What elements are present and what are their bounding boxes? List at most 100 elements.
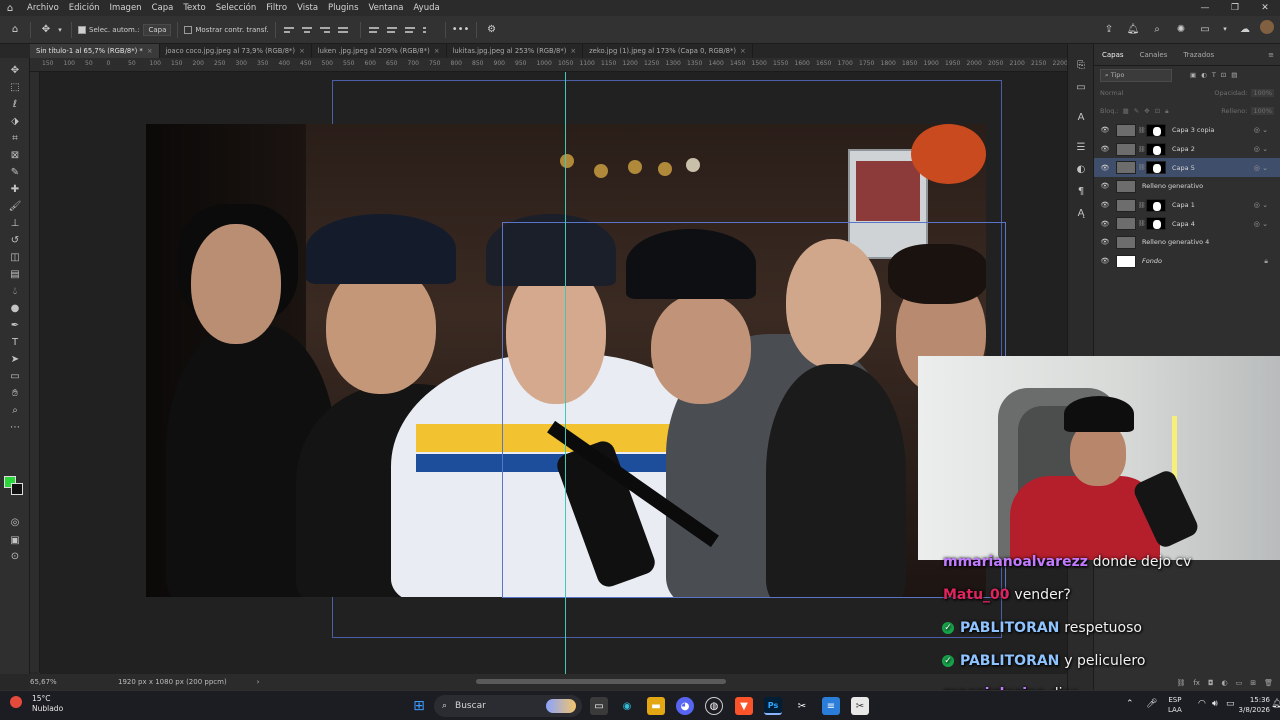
close-icon[interactable]: ×	[570, 47, 576, 55]
link-icon[interactable]: ⛓	[1138, 164, 1146, 171]
edit-toolbar-icon[interactable]: ⊙	[0, 548, 30, 565]
bell-icon[interactable]: 🔔︎	[1124, 20, 1142, 38]
home-icon[interactable]: ⌂	[2, 0, 18, 16]
home-button-icon[interactable]: ⌂	[6, 21, 24, 39]
filter-icons[interactable]: ▣◐T⊡▤	[1190, 71, 1242, 79]
smart-filter-icon[interactable]: ◎ ⌄	[1254, 126, 1268, 134]
maximize-icon[interactable]: ❐	[1220, 0, 1250, 16]
gear-icon[interactable]: ⚙	[483, 21, 501, 39]
menu-capa[interactable]: Capa	[147, 3, 179, 13]
layer-row[interactable]: 👁︎ ⛓ Capa 1 ◎ ⌄	[1094, 196, 1280, 215]
avatar[interactable]	[1260, 20, 1274, 34]
snipping-tool-icon[interactable]: ✂	[851, 697, 869, 715]
obs-icon[interactable]: ◍	[705, 697, 723, 715]
minimize-icon[interactable]: —	[1190, 0, 1220, 16]
chevron-right-icon[interactable]: ›	[257, 678, 260, 686]
chevron-down-icon[interactable]: ▾	[55, 21, 65, 39]
eraser-tool-icon[interactable]: ◫	[0, 249, 30, 266]
wifi-icon[interactable]: ◠	[1198, 699, 1206, 709]
eye-icon[interactable]: 👁︎	[1094, 126, 1116, 134]
eyedropper-tool-icon[interactable]: ✎	[0, 164, 30, 181]
smart-filter-icon[interactable]: ◎ ⌄	[1254, 201, 1268, 209]
layer-row[interactable]: 👁︎ Relleno generativo 4	[1094, 233, 1280, 252]
blend-mode-dropdown[interactable]: Normal	[1100, 89, 1124, 97]
adjustments-icon[interactable]: ◐	[1068, 158, 1094, 180]
align-left-icon[interactable]	[283, 23, 298, 37]
menu-edicion[interactable]: Edición	[64, 3, 105, 13]
glyphs-icon[interactable]: Ą	[1068, 202, 1094, 224]
smart-filter-icon[interactable]: ◎ ⌄	[1254, 164, 1268, 172]
menu-ventana[interactable]: Ventana	[364, 3, 409, 13]
distribute-h-icon[interactable]	[337, 23, 352, 37]
edge-icon[interactable]: ◉	[618, 697, 636, 715]
lock-icons[interactable]: ▦✎✥⊡🔒︎	[1123, 107, 1174, 116]
history-brush-icon[interactable]: ↺	[0, 232, 30, 249]
horizontal-scrollbar[interactable]	[476, 679, 726, 684]
show-transform-checkbox[interactable]	[184, 25, 193, 34]
photoshop-icon[interactable]: Ps	[764, 697, 782, 715]
notification-icon[interactable]: 🔔︎	[1271, 699, 1280, 709]
move-tool-icon[interactable]: ✥	[37, 21, 55, 39]
chevron-up-icon[interactable]: ⌃	[1126, 699, 1134, 709]
opacity-input[interactable]: 100%	[1251, 89, 1274, 97]
layer-mask-thumbnail[interactable]	[1146, 198, 1166, 212]
align-right-icon[interactable]	[319, 23, 334, 37]
chevron-down-icon[interactable]: ▾	[1220, 20, 1230, 38]
smart-filter-icon[interactable]: ◎ ⌄	[1254, 220, 1268, 228]
weather-widget[interactable]: 15°C Nublado	[10, 694, 63, 714]
more-options-icon[interactable]: •••	[452, 21, 470, 39]
menu-ayuda[interactable]: Ayuda	[408, 3, 444, 13]
hand-tool-icon[interactable]: ✋︎	[0, 385, 30, 402]
dodge-tool-icon[interactable]: ●	[0, 300, 30, 317]
panel-menu-icon[interactable]: ≡	[1268, 51, 1274, 59]
layer-row[interactable]: 👁︎ ⛓ Capa 3 copia ◎ ⌄	[1094, 121, 1280, 140]
layer-row[interactable]: 👁︎ Relleno generativo	[1094, 177, 1280, 196]
tab-capas[interactable]: Capas	[1094, 51, 1132, 59]
crop-tool-icon[interactable]: ⌗	[0, 130, 30, 147]
eye-icon[interactable]: 👁︎	[1094, 257, 1116, 265]
gradient-tool-icon[interactable]: ▤	[0, 266, 30, 283]
menu-vista[interactable]: Vista	[292, 3, 323, 13]
lasso-tool-icon[interactable]: ℓ	[0, 96, 30, 113]
brave-icon[interactable]: ▼	[735, 697, 753, 715]
eye-icon[interactable]: 👁︎	[1094, 145, 1116, 153]
history-icon[interactable]: ⎘	[1068, 54, 1094, 76]
tab-trazados[interactable]: Trazados	[1175, 51, 1222, 59]
layer-mask-thumbnail[interactable]	[1146, 161, 1166, 175]
cloud-icon[interactable]: ☁	[1236, 20, 1254, 38]
layer-row[interactable]: 👁︎ ⛓ Capa 4 ◎ ⌄	[1094, 214, 1280, 233]
file-explorer-icon[interactable]: ▬	[647, 697, 665, 715]
menu-plugins[interactable]: Plugins	[323, 3, 363, 13]
auto-select-dropdown[interactable]: Capa	[143, 23, 172, 36]
workspace-icon[interactable]: ▭	[1196, 20, 1214, 38]
screen-mode-icon[interactable]: ▣	[0, 532, 30, 549]
language-indicator[interactable]: ESP LAA	[1168, 695, 1182, 715]
link-icon[interactable]: ⛓	[1138, 127, 1146, 134]
type-tool-icon[interactable]: T	[0, 334, 30, 351]
paragraph-icon[interactable]: ¶	[1068, 180, 1094, 202]
layer-mask-thumbnail[interactable]	[1146, 142, 1166, 156]
blur-tool-icon[interactable]: 💧︎	[0, 283, 30, 300]
tab-document[interactable]: luken .jpg.jpeg al 209% (RGB/8*) ×	[312, 44, 447, 58]
menu-texto[interactable]: Texto	[178, 3, 210, 13]
menu-seleccion[interactable]: Selección	[211, 3, 262, 13]
move-tool-icon[interactable]: ✥	[0, 62, 30, 79]
character-icon[interactable]: A	[1068, 106, 1094, 128]
close-icon[interactable]: ×	[434, 47, 440, 55]
menu-imagen[interactable]: Imagen	[105, 3, 147, 13]
tab-document[interactable]: lukitas.jpg.jpeg al 253% (RGB/8*) ×	[447, 44, 584, 58]
path-select-icon[interactable]: ➤	[0, 351, 30, 368]
link-icon[interactable]: ⛓	[1138, 202, 1146, 209]
align-top-icon[interactable]	[368, 23, 383, 37]
distribute-v-icon[interactable]	[422, 23, 437, 37]
fill-input[interactable]: 100%	[1251, 107, 1274, 115]
frame-tool-icon[interactable]: ⊠	[0, 147, 30, 164]
shape-tool-icon[interactable]: ▭	[0, 368, 30, 385]
align-center-h-icon[interactable]	[301, 23, 316, 37]
eye-icon[interactable]: 👁︎	[1094, 201, 1116, 209]
volume-icon[interactable]: 🔊︎	[1212, 699, 1218, 709]
close-icon[interactable]: ✕	[1250, 0, 1280, 16]
eye-icon[interactable]: 👁︎	[1094, 220, 1116, 228]
layer-mask-thumbnail[interactable]	[1146, 123, 1166, 137]
properties-icon[interactable]: ☰	[1068, 136, 1094, 158]
